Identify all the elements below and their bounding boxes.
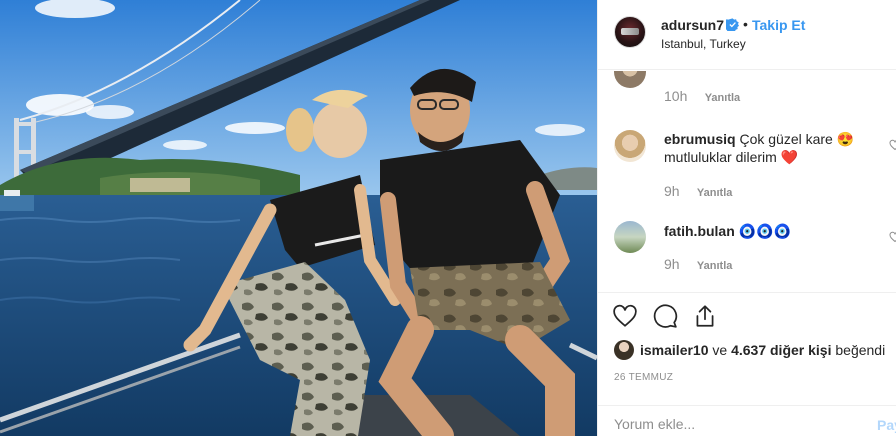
comment-body: ebrumusiq Çok güzel kare 😍 mutluluklar d…	[664, 130, 874, 166]
verified-badge-icon	[726, 18, 739, 31]
comment-time: 10h	[664, 88, 688, 104]
reply-button[interactable]: Yanıtla	[697, 260, 732, 272]
comment-item: fatih.bulan 🧿🧿🧿 9h Yanıtla	[598, 221, 896, 281]
share-icon[interactable]	[692, 303, 720, 331]
comment-input[interactable]	[614, 416, 854, 432]
comment-item: 10h Yanıtla	[598, 71, 896, 112]
likes-text: ismailer10 ve 4.637 diğer kişi beğendi	[640, 342, 885, 358]
follow-button[interactable]: Takip Et	[752, 17, 805, 33]
comment-meta: 10h Yanıtla	[664, 88, 740, 104]
other-likers-link[interactable]: 4.637 diğer kişi	[731, 342, 831, 358]
commenter-avatar[interactable]	[614, 71, 646, 88]
commenter-avatar[interactable]	[614, 221, 646, 253]
first-liker-link[interactable]: ismailer10	[640, 342, 709, 358]
heart-outline-icon[interactable]	[612, 303, 640, 331]
like-comment-icon[interactable]	[889, 139, 896, 151]
add-comment-bar: Paylaş	[598, 405, 896, 436]
comment-bubble-icon[interactable]	[652, 303, 680, 331]
post-comment-button[interactable]: Paylaş	[877, 417, 896, 433]
comments-list[interactable]: 10h Yanıtla ebrumusiq Çok güzel kare 😍 m…	[598, 71, 896, 291]
header-separator: •	[743, 16, 748, 32]
commenter-avatar[interactable]	[614, 130, 646, 162]
post-side-panel: adursun7 • Takip Et Istanbul, Turkey 10h…	[597, 0, 896, 436]
comment-body: fatih.bulan 🧿🧿🧿	[664, 222, 874, 240]
post-date[interactable]: 26 TEMMUZ	[614, 372, 673, 383]
bosphorus-couple-image	[0, 0, 597, 436]
author-username[interactable]: adursun7	[661, 17, 724, 33]
reply-button[interactable]: Yanıtla	[697, 187, 732, 199]
comment-time: 9h	[664, 183, 680, 199]
post-photo[interactable]	[0, 0, 597, 436]
comment-time: 9h	[664, 256, 680, 272]
comment-meta: 9h Yanıtla	[664, 256, 732, 272]
comment-username[interactable]: ebrumusiq	[664, 131, 736, 147]
like-comment-icon[interactable]	[889, 231, 896, 243]
comment-meta: 9h Yanıtla	[664, 183, 732, 199]
liker-avatar[interactable]	[614, 340, 634, 360]
post-actions: ismailer10 ve 4.637 diğer kişi beğendi 2…	[598, 292, 896, 436]
reply-button[interactable]: Yanıtla	[705, 92, 740, 104]
comment-text: 🧿🧿🧿	[738, 223, 791, 239]
comment-item: ebrumusiq Çok güzel kare 😍 mutluluklar d…	[598, 127, 896, 199]
likes-suffix: beğendi	[835, 342, 886, 358]
comment-username[interactable]: fatih.bulan	[664, 223, 735, 239]
post-header: adursun7 • Takip Et Istanbul, Turkey	[598, 0, 896, 70]
author-avatar[interactable]	[614, 16, 646, 48]
post-location[interactable]: Istanbul, Turkey	[661, 37, 746, 51]
likes-connector: ve	[712, 342, 728, 358]
